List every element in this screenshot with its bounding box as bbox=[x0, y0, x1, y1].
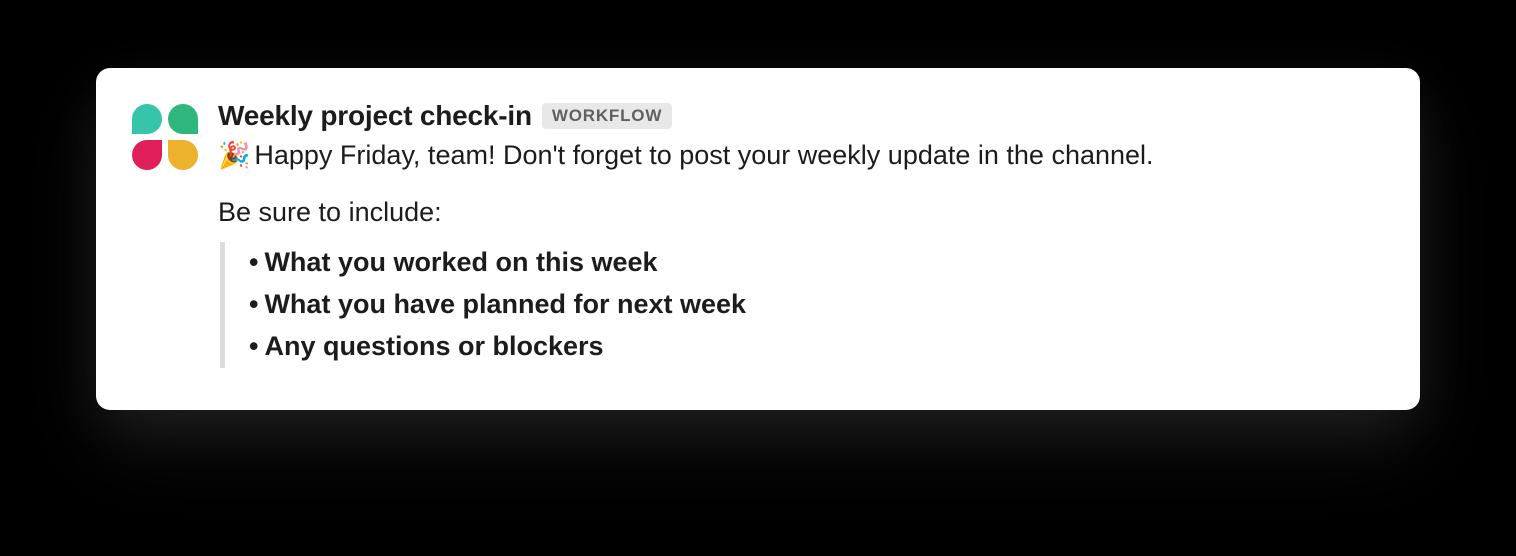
message-content: Weekly project check-in WORKFLOW 🎉Happy … bbox=[218, 100, 1384, 368]
petal-icon bbox=[168, 140, 198, 170]
message-body: 🎉Happy Friday, team! Don't forget to pos… bbox=[218, 136, 1384, 175]
workflow-app-icon bbox=[132, 104, 200, 172]
party-popper-emoji: 🎉 bbox=[218, 140, 250, 170]
body-text: Happy Friday, team! Don't forget to post… bbox=[254, 140, 1153, 170]
petal-icon bbox=[132, 140, 162, 170]
include-label: Be sure to include: bbox=[218, 197, 1384, 228]
quote-block: •What you worked on this week •What you … bbox=[220, 242, 1384, 368]
message-header: Weekly project check-in WORKFLOW bbox=[218, 100, 1384, 132]
list-item: •What you have planned for next week bbox=[249, 284, 1384, 326]
message-card: Weekly project check-in WORKFLOW 🎉Happy … bbox=[96, 68, 1420, 410]
petal-icon bbox=[168, 104, 198, 134]
list-item: •What you worked on this week bbox=[249, 242, 1384, 284]
message-title: Weekly project check-in bbox=[218, 100, 532, 132]
list-item: •Any questions or blockers bbox=[249, 326, 1384, 368]
workflow-badge: WORKFLOW bbox=[542, 103, 672, 129]
petal-icon bbox=[132, 104, 162, 134]
